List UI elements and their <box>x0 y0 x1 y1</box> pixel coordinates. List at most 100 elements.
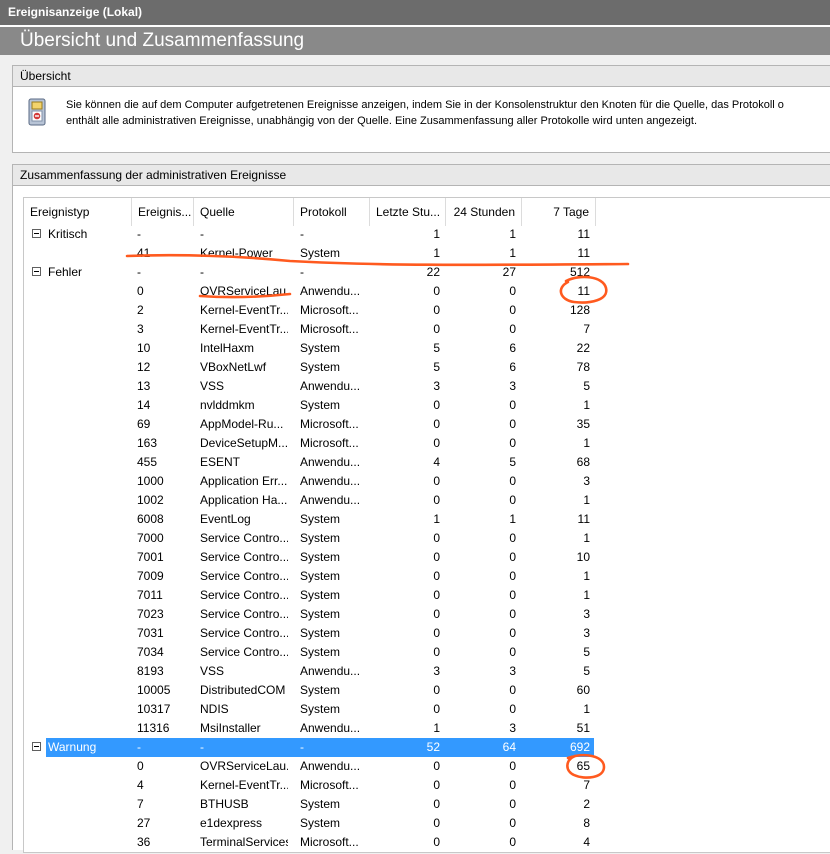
cell-hour: 0 <box>433 303 440 317</box>
table-row[interactable]: 3 Kernel-EventTr... Microsoft... 0 0 7 <box>24 320 830 339</box>
cell-type <box>48 320 132 339</box>
column-header[interactable]: 24 Stunden <box>446 198 522 226</box>
cell-id: 0 <box>137 759 144 773</box>
column-header[interactable]: Ereignistyp <box>24 198 132 226</box>
cell-day: 0 <box>509 702 516 716</box>
cell-type <box>48 586 132 605</box>
cell-week: 2 <box>583 797 590 811</box>
cell-day: 0 <box>509 778 516 792</box>
cell-week: 8 <box>583 816 590 830</box>
cell-log: Anwendu... <box>300 493 361 507</box>
cell-day: 0 <box>509 588 516 602</box>
column-header[interactable]: Protokoll <box>294 198 370 226</box>
cell-week: 11 <box>577 284 590 298</box>
cell-source: DeviceSetupM... <box>200 436 288 450</box>
collapse-icon[interactable] <box>32 742 41 751</box>
cell-log: - <box>300 265 304 279</box>
cell-id: 3 <box>137 322 144 336</box>
table-row[interactable]: 1000 Application Err... Anwendu... 0 0 3 <box>24 472 830 491</box>
cell-id: 10317 <box>137 702 171 716</box>
cell-source: e1dexpress <box>200 816 263 830</box>
cell-type <box>48 434 132 453</box>
cell-day: 6 <box>509 360 516 374</box>
collapse-icon[interactable] <box>32 229 41 238</box>
cell-log: - <box>300 227 304 241</box>
table-row[interactable]: 163 DeviceSetupM... Microsoft... 0 0 1 <box>24 434 830 453</box>
window-title: Ereignisanzeige (Lokal) <box>0 0 830 25</box>
table-row[interactable]: 12 VBoxNetLwf System 5 6 78 <box>24 358 830 377</box>
cell-id: 7034 <box>137 645 164 659</box>
cell-id: 1000 <box>137 474 164 488</box>
overview-section-header[interactable]: Übersicht <box>12 65 830 87</box>
cell-hour: 0 <box>433 550 440 564</box>
event-log-icon <box>28 98 46 126</box>
cell-type <box>48 491 132 510</box>
cell-day: 0 <box>509 626 516 640</box>
cell-type <box>48 624 132 643</box>
cell-week: 51 <box>576 721 590 735</box>
cell-day: 0 <box>509 474 516 488</box>
cell-source: TerminalServices... <box>200 835 288 849</box>
table-row[interactable]: 7023 Service Contro... System 0 0 3 <box>24 605 830 624</box>
column-header[interactable]: Letzte Stu... <box>370 198 446 226</box>
table-group-row[interactable]: Kritisch - - -1 1 11 <box>24 225 830 244</box>
table-row[interactable]: 11316 MsiInstaller Anwendu... 1 3 51 <box>24 719 830 738</box>
cell-log: Anwendu... <box>300 284 361 298</box>
table-row[interactable]: 13 VSS Anwendu... 3 3 5 <box>24 377 830 396</box>
cell-hour: 22 <box>426 265 440 279</box>
table-row[interactable]: 41 Kernel-Power System 1 1 11 <box>24 244 830 263</box>
table-row[interactable]: 7 BTHUSB System 0 0 2 <box>24 795 830 814</box>
cell-hour: 1 <box>433 721 440 735</box>
cell-hour: 0 <box>433 417 440 431</box>
table-row[interactable]: 4 Kernel-EventTr... Microsoft... 0 0 7 <box>24 776 830 795</box>
table-row[interactable]: 6008 EventLog System 1 1 11 <box>24 510 830 529</box>
table-row[interactable]: 2 Kernel-EventTr... Microsoft... 0 0 128 <box>24 301 830 320</box>
table-row[interactable]: 0 OVRServiceLau... Anwendu... 0 0 11 <box>24 282 830 301</box>
cell-source: EventLog <box>200 512 251 526</box>
table-group-row[interactable]: Fehler - - - 22 27 512 <box>24 263 830 282</box>
cell-source: Kernel-EventTr... <box>200 322 288 336</box>
cell-type <box>48 377 132 396</box>
table-row[interactable]: 455 ESENT Anwendu... 4 5 68 <box>24 453 830 472</box>
collapse-icon[interactable] <box>32 267 41 276</box>
column-header[interactable]: Ereignis... <box>132 198 194 226</box>
table-row[interactable]: 7000 Service Contro... System 0 0 1 <box>24 529 830 548</box>
table-row[interactable]: 36 TerminalServices... Microsoft... 0 0 4 <box>24 833 830 852</box>
table-row[interactable]: 27 e1dexpress System 0 0 8 <box>24 814 830 833</box>
table-row[interactable]: 8193 VSS Anwendu... 3 3 5 <box>24 662 830 681</box>
summary-section-header[interactable]: Zusammenfassung der administrativen Erei… <box>12 164 830 186</box>
cell-day: 1 <box>509 246 516 260</box>
table-row[interactable]: 0 OVRServiceLau... Anwendu... 0 0 65 <box>24 757 830 776</box>
cell-id: 1002 <box>137 493 164 507</box>
cell-log: Microsoft... <box>300 322 359 336</box>
table-row[interactable]: 14 nvlddmkm System 0 0 1 <box>24 396 830 415</box>
cell-id: 7023 <box>137 607 164 621</box>
cell-id: 8193 <box>137 664 164 678</box>
table-row[interactable]: 10005 DistributedCOM System 0 0 60 <box>24 681 830 700</box>
event-summary-table[interactable]: Ereignistyp Ereignis... Quelle Protokoll Let… <box>23 197 830 853</box>
table-row[interactable]: 7034 Service Contro... System 0 0 5 <box>24 643 830 662</box>
table-row[interactable]: 7031 Service Contro... System 0 0 3 <box>24 624 830 643</box>
cell-week: 11 <box>577 246 590 260</box>
cell-week: 1 <box>583 588 590 602</box>
cell-type <box>48 301 132 320</box>
table-row[interactable]: 69 AppModel-Ru... Microsoft... 0 0 35 <box>24 415 830 434</box>
cell-hour: 0 <box>433 607 440 621</box>
cell-log: Anwendu... <box>300 455 361 469</box>
table-row[interactable]: 7001 Service Contro... System 0 0 10 <box>24 548 830 567</box>
cell-id: - <box>137 265 141 279</box>
table-row[interactable]: 10 IntelHaxm System 5 6 22 <box>24 339 830 358</box>
cell-day: 27 <box>502 265 516 279</box>
column-header[interactable]: Quelle <box>194 198 294 226</box>
cell-hour: 0 <box>433 645 440 659</box>
cell-day: 6 <box>509 341 516 355</box>
table-group-row[interactable]: Warnung - - - 52 64 692 <box>24 738 830 757</box>
table-row[interactable]: 10317 NDIS System 0 0 1 <box>24 700 830 719</box>
cell-day: 3 <box>509 379 516 393</box>
cell-hour: 3 <box>433 664 440 678</box>
column-header[interactable]: 7 Tage <box>522 198 596 226</box>
table-row[interactable]: 1002 Application Ha... Anwendu... 0 0 1 <box>24 491 830 510</box>
table-row[interactable]: 7009 Service Contro... System 0 0 1 <box>24 567 830 586</box>
table-row[interactable]: 7011 Service Contro... System 0 0 1 <box>24 586 830 605</box>
cell-id: 41 <box>137 246 151 260</box>
